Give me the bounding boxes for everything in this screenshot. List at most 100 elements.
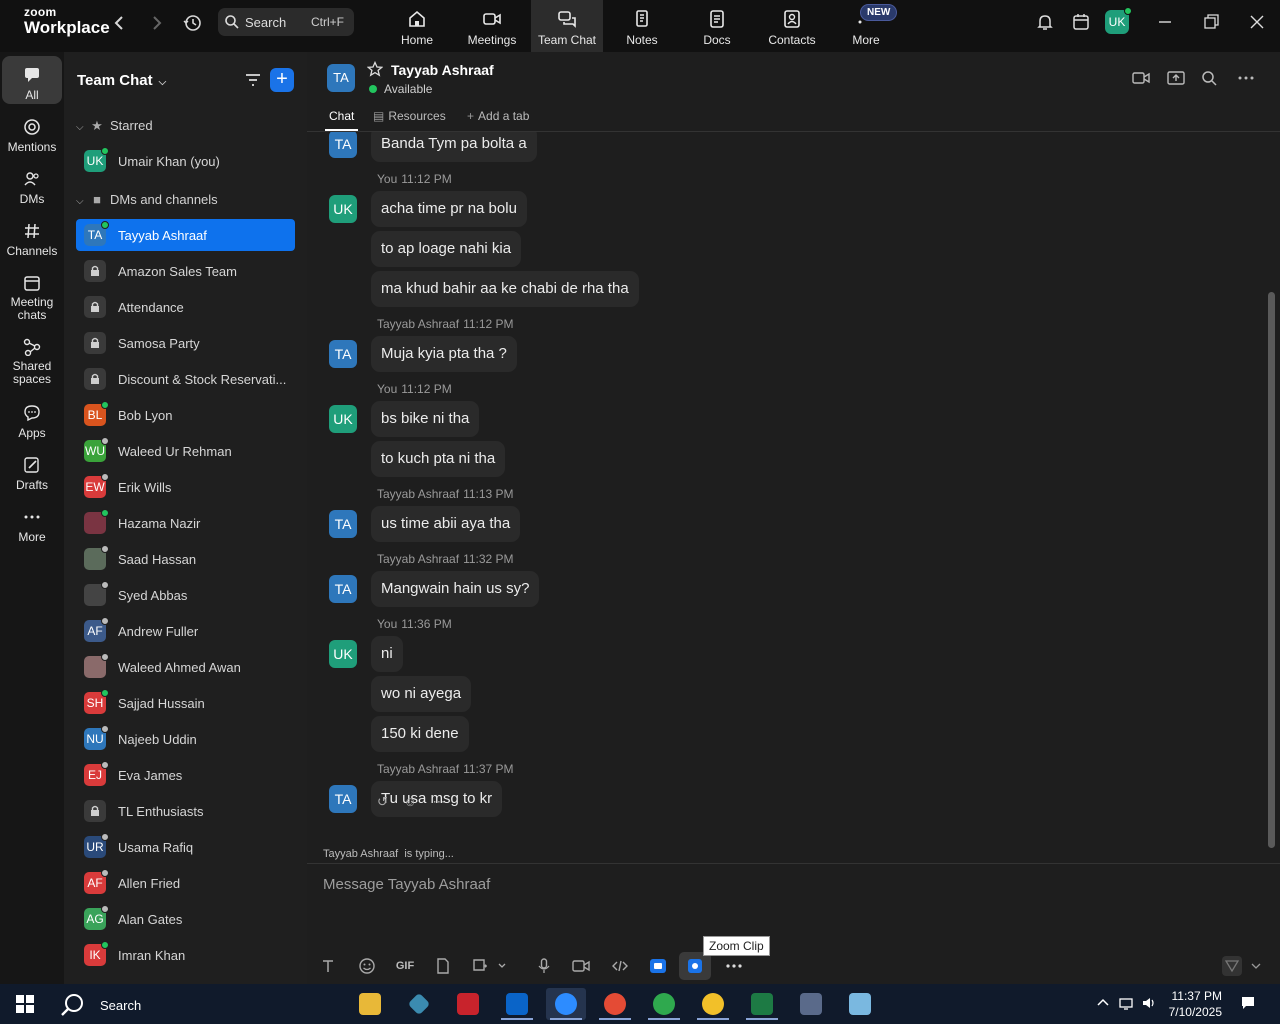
rail-more[interactable]: More — [2, 498, 62, 546]
taskbar-clock[interactable]: 11:37 PM 7/10/2025 — [1164, 988, 1222, 1020]
dm-item[interactable]: Syed Abbas — [76, 579, 295, 611]
close-icon[interactable] — [1247, 12, 1267, 32]
dm-item[interactable]: BL Bob Lyon — [76, 399, 295, 431]
message-bubble[interactable]: Muja kyia pta tha ? — [371, 336, 517, 372]
chat-contact-name[interactable]: Tayyab Ashraaf — [391, 62, 494, 78]
message-bubble[interactable]: bs bike ni tha — [371, 401, 480, 437]
tab-meetings[interactable]: Meetings — [456, 0, 528, 52]
new-chat-plus-button[interactable]: + — [270, 68, 294, 92]
dm-item[interactable]: SH Sajjad Hussain — [76, 687, 295, 719]
microphone-icon[interactable] — [535, 957, 553, 975]
message-bubble[interactable]: ni — [371, 636, 403, 672]
scrollbar-thumb[interactable] — [1268, 292, 1275, 848]
more-options-icon[interactable] — [1237, 70, 1255, 86]
rail-dms[interactable]: DMs — [2, 160, 62, 208]
message-avatar[interactable]: TA — [329, 510, 357, 538]
filezilla-app[interactable] — [448, 988, 488, 1020]
dm-item[interactable]: WU Waleed Ur Rehman — [76, 435, 295, 467]
message-bubble[interactable]: Banda Tym pa bolta a — [371, 132, 537, 162]
tab-resources[interactable]: ▤ Resources — [373, 109, 446, 123]
message-avatar[interactable]: UK — [329, 640, 357, 668]
message-scrollbar[interactable] — [1268, 132, 1276, 862]
channel-item[interactable]: Samosa Party — [76, 327, 295, 359]
network-icon[interactable] — [1118, 995, 1134, 1011]
file-icon[interactable] — [434, 957, 452, 975]
rail-apps[interactable]: Apps — [2, 394, 62, 442]
message-avatar[interactable]: UK — [329, 405, 357, 433]
dm-item[interactable]: AG Alan Gates — [76, 903, 295, 935]
text-format-icon[interactable] — [319, 957, 337, 975]
dm-item[interactable]: AF Allen Fried — [76, 867, 295, 899]
rail-channels[interactable]: Channels — [2, 212, 62, 260]
chevron-up-icon[interactable] — [1095, 995, 1111, 1011]
tab-notes[interactable]: Notes — [606, 0, 678, 52]
file-explorer-app[interactable] — [350, 988, 390, 1020]
emoji-icon[interactable] — [358, 957, 376, 975]
section-dms-channels[interactable]: ⌵ ■ DMs and channels — [76, 192, 218, 207]
tab-home[interactable]: Home — [381, 0, 453, 52]
rail-all[interactable]: All — [2, 56, 62, 104]
chrome-app-2[interactable] — [644, 988, 684, 1020]
tab-team-chat[interactable]: Team Chat — [531, 0, 603, 52]
notification-center-icon[interactable] — [1240, 995, 1256, 1011]
chrome-app-3[interactable] — [693, 988, 733, 1020]
send-button[interactable] — [1222, 956, 1242, 976]
gif-button[interactable]: GIF — [395, 957, 415, 975]
whiteboard-app-icon[interactable] — [649, 957, 667, 975]
generic-app-icon[interactable] — [399, 988, 439, 1020]
sidebar-title[interactable]: Team Chat ⌵ — [77, 72, 166, 89]
back-arrow-icon[interactable] — [108, 12, 132, 34]
user-avatar[interactable]: UK — [1105, 7, 1132, 34]
windows-start-icon[interactable] — [15, 994, 35, 1014]
dm-item[interactable]: Hazama Nazir — [76, 507, 295, 539]
tab-docs[interactable]: Docs — [681, 0, 753, 52]
rail-shared-spaces[interactable]: Shared spaces — [2, 328, 62, 388]
zoom-clip-button[interactable] — [679, 952, 711, 980]
bell-icon[interactable] — [1035, 12, 1055, 32]
restore-icon[interactable] — [1201, 12, 1221, 32]
video-call-icon[interactable] — [1132, 70, 1150, 86]
chevron-down-icon[interactable] — [496, 957, 508, 975]
message-sender[interactable]: Tayyab Ashraaf — [377, 317, 459, 331]
dm-item[interactable]: NU Najeeb Uddin — [76, 723, 295, 755]
reply-thread-icon[interactable]: ↺ — [377, 794, 388, 809]
message-sender[interactable]: Tayyab Ashraaf — [377, 487, 459, 501]
message-avatar[interactable]: UK — [329, 195, 357, 223]
message-sender[interactable]: You — [377, 617, 397, 631]
tab-contacts[interactable]: Contacts — [756, 0, 828, 52]
dm-item[interactable]: Waleed Ahmed Awan — [76, 651, 295, 683]
message-bubble[interactable]: wo ni ayega — [371, 676, 472, 712]
global-search-box[interactable]: Search Ctrl+F — [218, 8, 354, 36]
rail-meeting-chats[interactable]: Meeting chats — [2, 264, 62, 324]
dm-item[interactable]: AF Andrew Fuller — [76, 615, 295, 647]
message-sender[interactable]: Tayyab Ashraaf — [377, 552, 459, 566]
tab-add[interactable]: + Add a tab — [467, 109, 529, 123]
code-snippet-icon[interactable] — [611, 957, 629, 975]
calendar-icon[interactable] — [1071, 12, 1091, 32]
forward-arrow-icon[interactable] — [144, 12, 168, 34]
taskbar-search[interactable]: Search — [60, 992, 141, 1021]
dm-item[interactable]: Saad Hassan — [76, 543, 295, 575]
channel-item[interactable]: TL Enthusiasts — [76, 795, 295, 827]
channel-item[interactable]: Discount & Stock Reservati... — [76, 363, 295, 395]
star-outline-icon[interactable] — [367, 61, 383, 77]
composer-input[interactable]: Message Tayyab Ashraaf — [323, 876, 490, 893]
share-screen-icon[interactable] — [1167, 70, 1185, 86]
message-sender[interactable]: Tayyab Ashraaf — [377, 762, 459, 776]
rail-drafts[interactable]: Drafts — [2, 446, 62, 494]
dm-item[interactable]: EJ Eva James — [76, 759, 295, 791]
notepad-app[interactable] — [840, 988, 880, 1020]
volume-icon[interactable] — [1141, 995, 1157, 1011]
message-bubble[interactable]: acha time pr na bolu — [371, 191, 527, 227]
message-bubble[interactable]: 150 ki dene — [371, 716, 469, 752]
more-tools-icon[interactable] — [725, 957, 743, 975]
minimize-icon[interactable] — [1155, 12, 1175, 32]
section-starred[interactable]: ⌵ ★ Starred — [76, 118, 153, 134]
dm-item[interactable]: EW Erik Wills — [76, 471, 295, 503]
message-bubble[interactable]: Mangwain hain us sy? — [371, 571, 540, 607]
chrome-app-1[interactable] — [595, 988, 635, 1020]
calculator-app[interactable] — [791, 988, 831, 1020]
dm-item[interactable]: UK Umair Khan (you) — [76, 145, 295, 177]
message-sender[interactable]: You — [377, 172, 397, 186]
outlook-app[interactable] — [497, 988, 537, 1020]
